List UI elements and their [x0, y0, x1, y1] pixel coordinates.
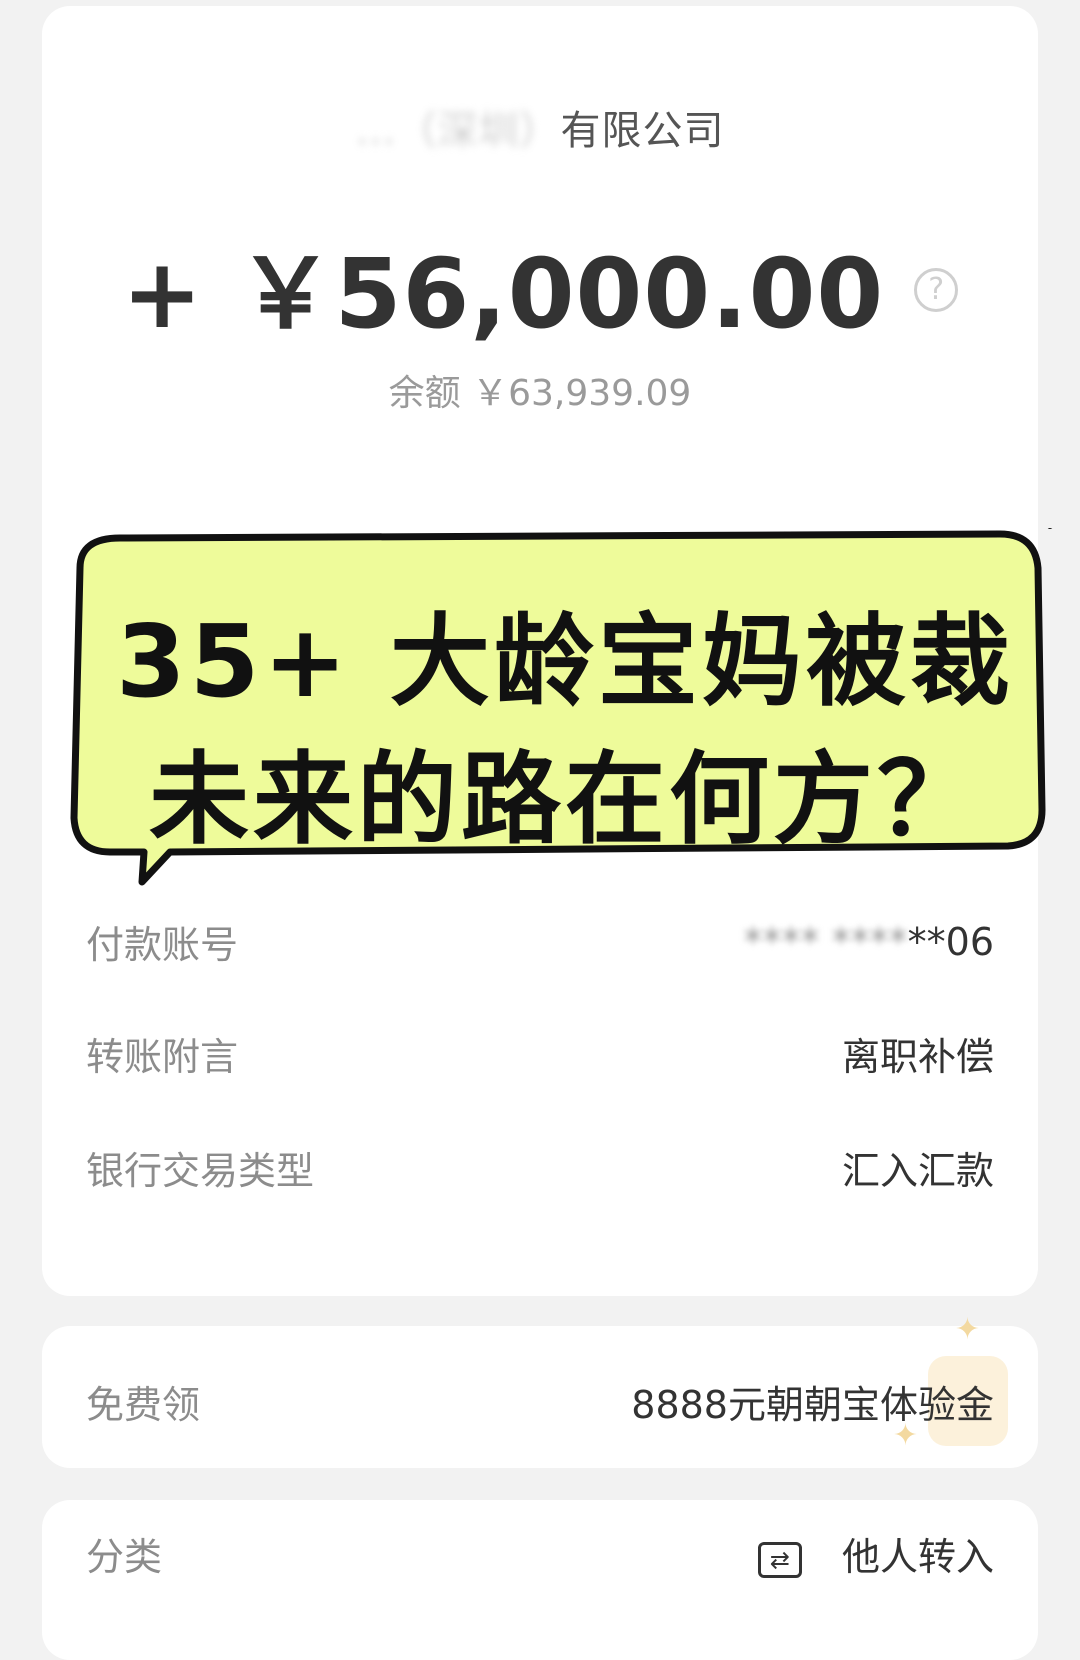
overlay-line-1: 35+ 大龄宝妈被裁 [116, 603, 1014, 720]
overlay-line-2: 未来的路在何方？ [149, 741, 981, 858]
detail-row-account: 付款账号 **** ******06 [86, 914, 994, 969]
detail-value: 汇入汇款 [841, 1149, 994, 1193]
detail-label: 转账附言 [86, 1035, 239, 1079]
category-row[interactable]: 分类 ⇄ 他人转入 [86, 1526, 994, 1581]
category-value: 他人转入 [841, 1535, 994, 1579]
category-value-wrap[interactable]: ⇄ 他人转入 [757, 1526, 994, 1581]
detail-value: 离职补偿 [841, 1035, 994, 1079]
payer-name: …（深圳）有限公司 [42, 98, 1038, 156]
transfer-icon: ⇄ [757, 1541, 802, 1578]
detail-label: 付款账号 [86, 923, 239, 967]
promo-value[interactable]: 8888元朝朝宝体验金 [631, 1374, 994, 1429]
speech-bubble-overlay: 35+ 大龄宝妈被裁 未来的路在何方？ [60, 528, 1070, 898]
category-card[interactable]: 分类 ⇄ 他人转入 [42, 1500, 1038, 1660]
account-suffix: **06 [907, 919, 994, 964]
payer-name-visible: 有限公司 [560, 108, 725, 154]
payer-name-obscured: …（深圳） [355, 108, 561, 154]
promo-row[interactable]: 免费领 8888元朝朝宝体验金 [86, 1374, 994, 1429]
amount-row: + ￥56,000.00 ? [42, 216, 1038, 355]
detail-value: **** ******06 [744, 920, 994, 964]
detail-row-remark: 转账附言 离职补偿 [86, 1026, 994, 1081]
promo-label: 免费领 [86, 1383, 201, 1427]
help-icon[interactable]: ? [914, 267, 959, 312]
category-label: 分类 [86, 1535, 163, 1579]
detail-label: 银行交易类型 [86, 1149, 315, 1193]
balance-text: 余额 ￥63,939.09 [388, 373, 692, 414]
transaction-amount: + ￥56,000.00 [121, 238, 885, 350]
sparkle-icon: ✦ [954, 1312, 980, 1347]
account-obscured: **** **** [743, 919, 908, 964]
detail-row-type: 银行交易类型 汇入汇款 [86, 1140, 994, 1195]
promo-card[interactable]: ✦ ✦ 免费领 8888元朝朝宝体验金 [42, 1312, 1038, 1468]
